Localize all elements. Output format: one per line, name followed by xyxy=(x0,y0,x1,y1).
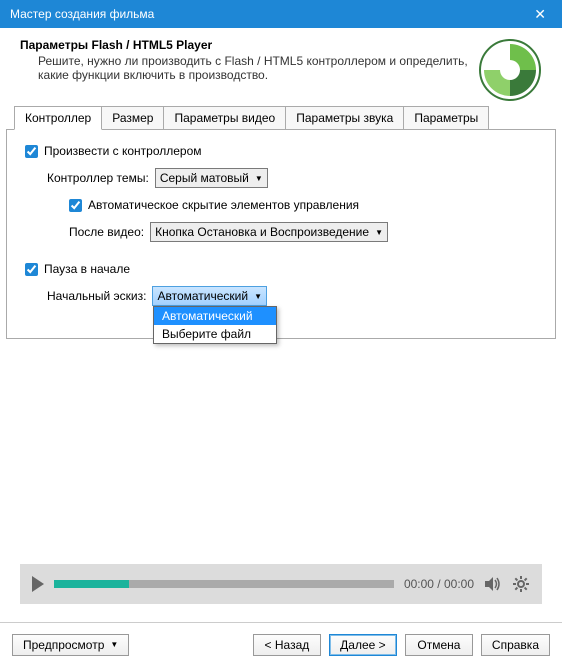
chevron-down-icon: ▼ xyxy=(255,174,263,183)
produce-with-controller-label: Произвести с контроллером xyxy=(44,144,202,158)
controller-theme-select[interactable]: Серый матовый ▼ xyxy=(155,168,268,188)
time-display: 00:00 / 00:00 xyxy=(404,577,474,591)
wizard-footer: Предпросмотр ▼ < Назад Далее > Отмена Сп… xyxy=(0,622,562,666)
chevron-down-icon: ▼ xyxy=(254,292,262,301)
help-button[interactable]: Справка xyxy=(481,634,550,656)
thumb-label: Начальный эскиз: xyxy=(47,289,146,303)
tab-params[interactable]: Параметры xyxy=(403,106,489,129)
tab-size[interactable]: Размер xyxy=(101,106,164,129)
header-description: Решите, нужно ли производить с Flash / H… xyxy=(20,54,468,82)
tab-controller[interactable]: Контроллер xyxy=(14,106,102,130)
window-title: Мастер создания фильма xyxy=(10,7,154,21)
after-video-value: Кнопка Остановка и Воспроизведение xyxy=(155,225,369,239)
thumb-option-file[interactable]: Выберите файл xyxy=(154,325,276,343)
preview-button[interactable]: Предпросмотр ▼ xyxy=(12,634,129,656)
cancel-button[interactable]: Отмена xyxy=(405,634,473,656)
controller-theme-label: Контроллер темы: xyxy=(47,171,149,185)
after-video-label: После видео: xyxy=(69,225,144,239)
close-icon[interactable]: ✕ xyxy=(528,6,552,23)
next-button[interactable]: Далее > xyxy=(329,634,397,656)
after-video-select[interactable]: Кнопка Остановка и Воспроизведение ▼ xyxy=(150,222,388,242)
produce-with-controller-checkbox[interactable] xyxy=(25,145,38,158)
wizard-header: Параметры Flash / HTML5 Player Решите, н… xyxy=(0,28,562,106)
header-title: Параметры Flash / HTML5 Player xyxy=(20,38,468,52)
pause-start-checkbox[interactable] xyxy=(25,263,38,276)
thumb-option-auto[interactable]: Автоматический xyxy=(154,307,276,325)
progress-fill xyxy=(54,580,129,588)
preview-player: 00:00 / 00:00 xyxy=(20,564,542,604)
tab-video-params[interactable]: Параметры видео xyxy=(163,106,286,129)
tab-panel-controller: Произвести с контроллером Контроллер тем… xyxy=(6,129,556,339)
auto-hide-checkbox[interactable] xyxy=(69,199,82,212)
progress-bar[interactable] xyxy=(54,580,394,588)
title-bar: Мастер создания фильма ✕ xyxy=(0,0,562,28)
thumb-value: Автоматический xyxy=(157,289,248,303)
chevron-down-icon: ▼ xyxy=(375,228,383,237)
camtasia-logo-icon xyxy=(478,38,542,102)
preview-label: Предпросмотр xyxy=(23,638,104,652)
back-button[interactable]: < Назад xyxy=(253,634,321,656)
gear-icon[interactable] xyxy=(512,575,530,593)
thumb-select[interactable]: Автоматический ▼ xyxy=(152,286,267,306)
play-icon[interactable] xyxy=(32,576,44,592)
thumb-dropdown: Автоматический Выберите файл xyxy=(153,306,277,344)
tab-strip: Контроллер Размер Параметры видео Параме… xyxy=(6,106,556,129)
controller-theme-value: Серый матовый xyxy=(160,171,249,185)
tab-audio-params[interactable]: Параметры звука xyxy=(285,106,404,129)
auto-hide-label: Автоматическое скрытие элементов управле… xyxy=(88,198,359,212)
volume-icon[interactable] xyxy=(484,575,502,593)
chevron-down-icon: ▼ xyxy=(110,640,118,649)
pause-start-label: Пауза в начале xyxy=(44,262,130,276)
